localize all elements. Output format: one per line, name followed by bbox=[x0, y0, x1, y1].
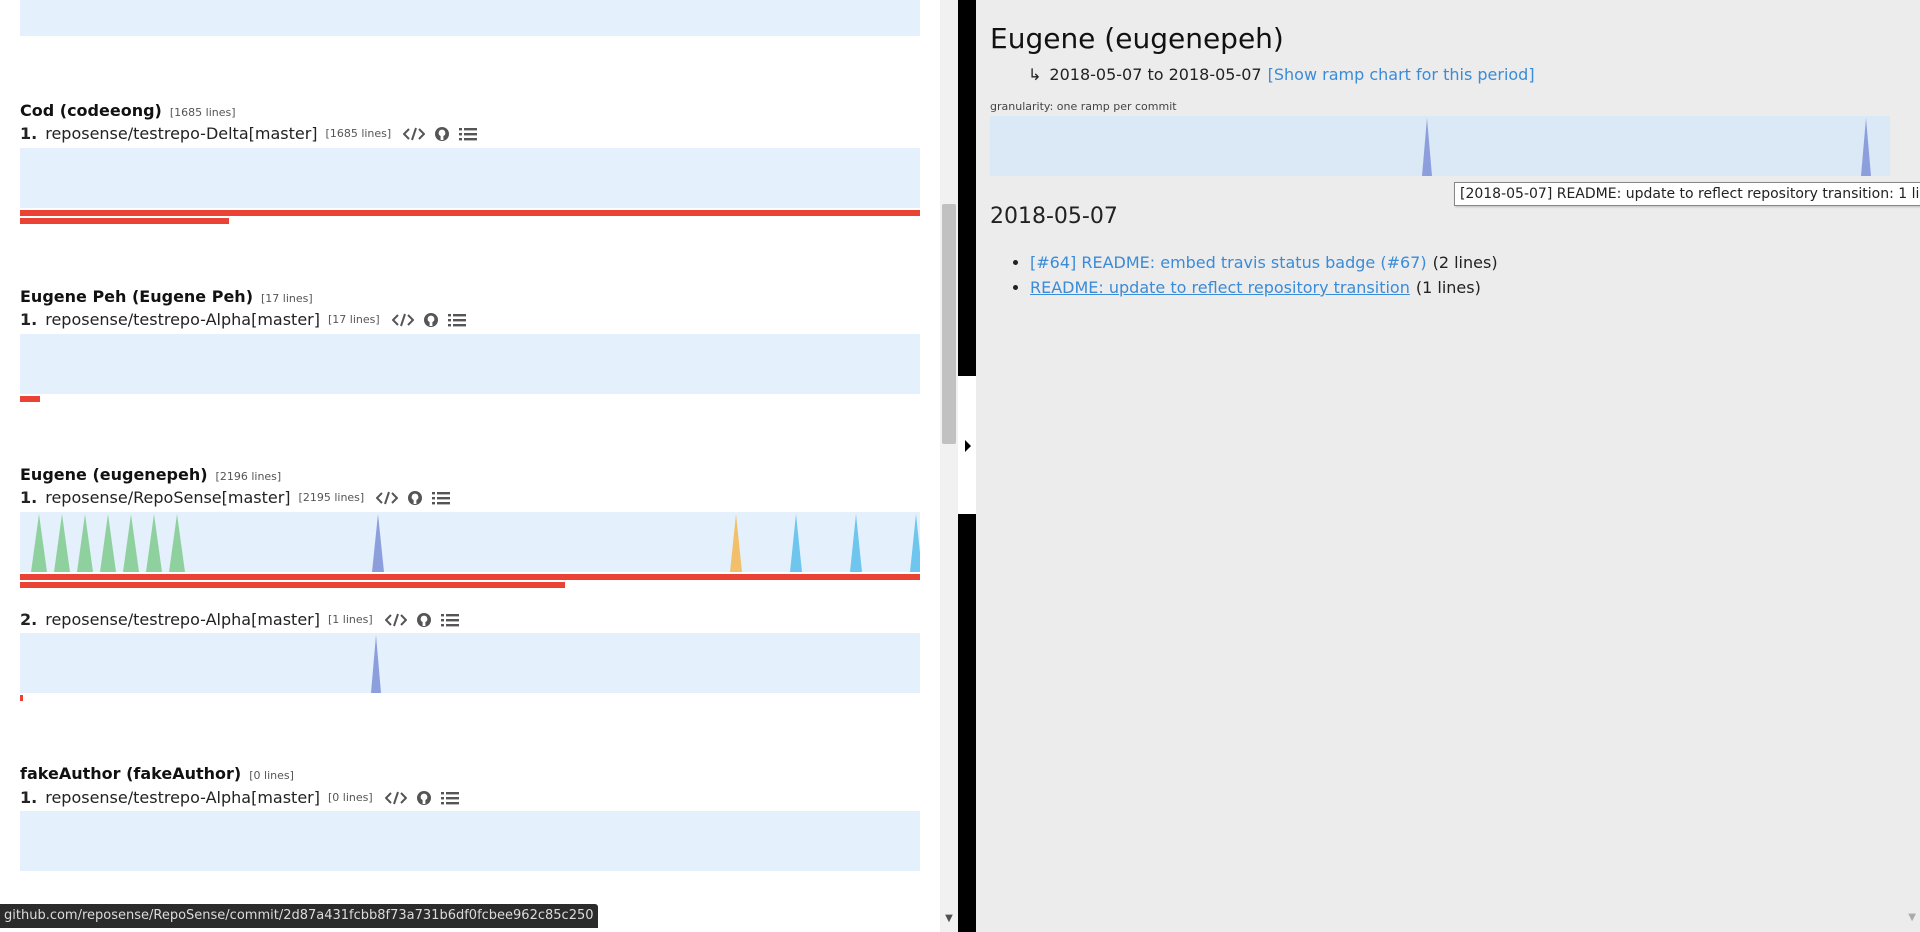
repo-index: 1. bbox=[20, 788, 38, 807]
ramp bbox=[730, 514, 742, 572]
repo-row: 2. reposense/testrepo-Alpha[master] [1 l… bbox=[20, 610, 459, 629]
ramp bbox=[850, 514, 862, 572]
collapse-arrow-icon[interactable] bbox=[965, 440, 971, 452]
commits-list-icon[interactable] bbox=[440, 791, 459, 805]
ramp-chart[interactable] bbox=[20, 512, 920, 572]
repo-lines: [1 lines] bbox=[327, 613, 373, 626]
repo-name: reposense/testrepo-Alpha[master] bbox=[45, 610, 320, 629]
ramp-chart bbox=[20, 811, 920, 871]
repo-lines: [17 lines] bbox=[327, 313, 380, 326]
author-title[interactable]: Eugene Peh (Eugene Peh) [17 lines] bbox=[20, 287, 313, 306]
code-view-icon[interactable] bbox=[403, 127, 426, 141]
period-range: 2018-05-07 to 2018-05-07 bbox=[1049, 65, 1262, 84]
author-lines: [17 lines] bbox=[261, 292, 313, 305]
show-ramp-chart-link[interactable]: [Show ramp chart for this period] bbox=[1268, 65, 1535, 84]
repo-lines: [2195 lines] bbox=[298, 491, 365, 504]
granularity-label: granularity: one ramp per commit bbox=[990, 100, 1177, 113]
github-icon[interactable] bbox=[416, 612, 432, 628]
ramp bbox=[790, 514, 802, 572]
author-lines: [2196 lines] bbox=[215, 470, 282, 483]
contribution-bar bbox=[20, 582, 565, 588]
commit-link[interactable]: README: update to reflect repository tra… bbox=[1030, 278, 1410, 297]
repo-row: 1. reposense/RepoSense[master] [2195 lin… bbox=[20, 488, 451, 507]
contribution-bar bbox=[20, 210, 920, 216]
code-view-icon[interactable] bbox=[391, 313, 414, 327]
author-lines: [1685 lines] bbox=[169, 106, 236, 119]
github-icon[interactable] bbox=[434, 126, 450, 142]
repo-name: reposense/testrepo-Alpha[master] bbox=[45, 788, 320, 807]
ramp bbox=[910, 514, 920, 572]
repo-name: reposense/testrepo-Delta[master] bbox=[45, 124, 318, 143]
detail-ramp-chart[interactable] bbox=[990, 116, 1890, 176]
list-item: README: update to reflect repository tra… bbox=[1030, 275, 1498, 300]
commits-list-icon[interactable] bbox=[447, 313, 466, 327]
github-icon[interactable] bbox=[407, 490, 423, 506]
browser-status-bar: github.com/reposense/RepoSense/commit/2d… bbox=[0, 904, 598, 928]
commits-list-icon[interactable] bbox=[440, 613, 459, 627]
ramp-tooltip: [2018-05-07] README: update to reflect r… bbox=[1454, 182, 1920, 206]
github-icon[interactable] bbox=[416, 790, 432, 806]
code-view-icon[interactable] bbox=[376, 491, 399, 505]
scrollbar-thumb[interactable] bbox=[942, 204, 956, 444]
commit-list: [#64] README: embed travis status badge … bbox=[1006, 250, 1498, 300]
contribution-bar bbox=[20, 695, 23, 701]
contribution-bar bbox=[20, 396, 40, 402]
ramp bbox=[31, 514, 47, 572]
ramp bbox=[146, 514, 162, 572]
ramp-chart[interactable] bbox=[20, 633, 920, 693]
scrollbar-track[interactable] bbox=[940, 0, 958, 932]
list-item: [#64] README: embed travis status badge … bbox=[1030, 250, 1498, 275]
author-name: Eugene (eugenepeh) bbox=[20, 465, 208, 484]
day-heading: 2018-05-07 bbox=[990, 204, 1118, 229]
author-name: Cod (codeeong) bbox=[20, 101, 162, 120]
ramp bbox=[1422, 118, 1432, 176]
period-arrow-icon: ↳ bbox=[1028, 65, 1042, 84]
repo-lines: [1685 lines] bbox=[325, 127, 392, 140]
ramp bbox=[169, 514, 185, 572]
ramp bbox=[77, 514, 93, 572]
repo-index: 1. bbox=[20, 124, 38, 143]
author-name: fakeAuthor (fakeAuthor) bbox=[20, 764, 242, 783]
author-title[interactable]: Eugene (eugenepeh) [2196 lines] bbox=[20, 465, 281, 484]
repo-index: 1. bbox=[20, 310, 38, 329]
ramp-chart bbox=[20, 334, 920, 394]
commit-link[interactable]: [#64] README: embed travis status badge … bbox=[1030, 253, 1427, 272]
code-view-icon[interactable] bbox=[384, 613, 407, 627]
repo-index: 1. bbox=[20, 488, 38, 507]
author-detail-pane: Eugene (eugenepeh) ↳ 2018-05-07 to 2018-0… bbox=[976, 0, 1920, 932]
commits-list-icon[interactable] bbox=[459, 127, 478, 141]
scroll-down-arrow-icon[interactable]: ▼ bbox=[1908, 912, 1916, 923]
ramp bbox=[372, 514, 384, 572]
commit-lines: (1 lines) bbox=[1415, 278, 1481, 297]
ramp bbox=[1861, 118, 1871, 176]
author-lines: [0 lines] bbox=[249, 769, 294, 782]
repo-index: 2. bbox=[20, 610, 38, 629]
github-icon[interactable] bbox=[423, 312, 439, 328]
period-row: ↳ 2018-05-07 to 2018-05-07 [Show ramp char… bbox=[1028, 65, 1535, 84]
ramp bbox=[123, 514, 139, 572]
repo-row: 1. reposense/testrepo-Alpha[master] [17 … bbox=[20, 310, 466, 329]
ramp bbox=[100, 514, 116, 572]
commit-lines: (2 lines) bbox=[1432, 253, 1498, 272]
repo-row: 1. reposense/testrepo-Delta[master] [168… bbox=[20, 124, 478, 143]
code-view-icon[interactable] bbox=[384, 791, 407, 805]
author-title[interactable]: Cod (codeeong) [1685 lines] bbox=[20, 101, 236, 120]
ramp bbox=[54, 514, 70, 572]
commits-list-icon[interactable] bbox=[432, 491, 451, 505]
ramp bbox=[371, 635, 381, 693]
repo-name: reposense/RepoSense[master] bbox=[45, 488, 291, 507]
ramp-chart bbox=[20, 0, 920, 36]
author-name: Eugene Peh (Eugene Peh) bbox=[20, 287, 254, 306]
ramp-chart bbox=[20, 148, 920, 208]
summary-pane: Cod (codeeong) [1685 lines] 1. reposense/… bbox=[0, 0, 940, 932]
author-title[interactable]: fakeAuthor (fakeAuthor) [0 lines] bbox=[20, 764, 294, 783]
repo-row: 1. reposense/testrepo-Alpha[master] [0 l… bbox=[20, 788, 459, 807]
repo-name: reposense/testrepo-Alpha[master] bbox=[45, 310, 320, 329]
contribution-bar bbox=[20, 574, 920, 580]
scroll-down-arrow-icon[interactable]: ▼ bbox=[942, 912, 956, 926]
contribution-bar bbox=[20, 218, 229, 224]
repo-lines: [0 lines] bbox=[327, 791, 373, 804]
detail-title: Eugene (eugenepeh) bbox=[990, 22, 1284, 55]
